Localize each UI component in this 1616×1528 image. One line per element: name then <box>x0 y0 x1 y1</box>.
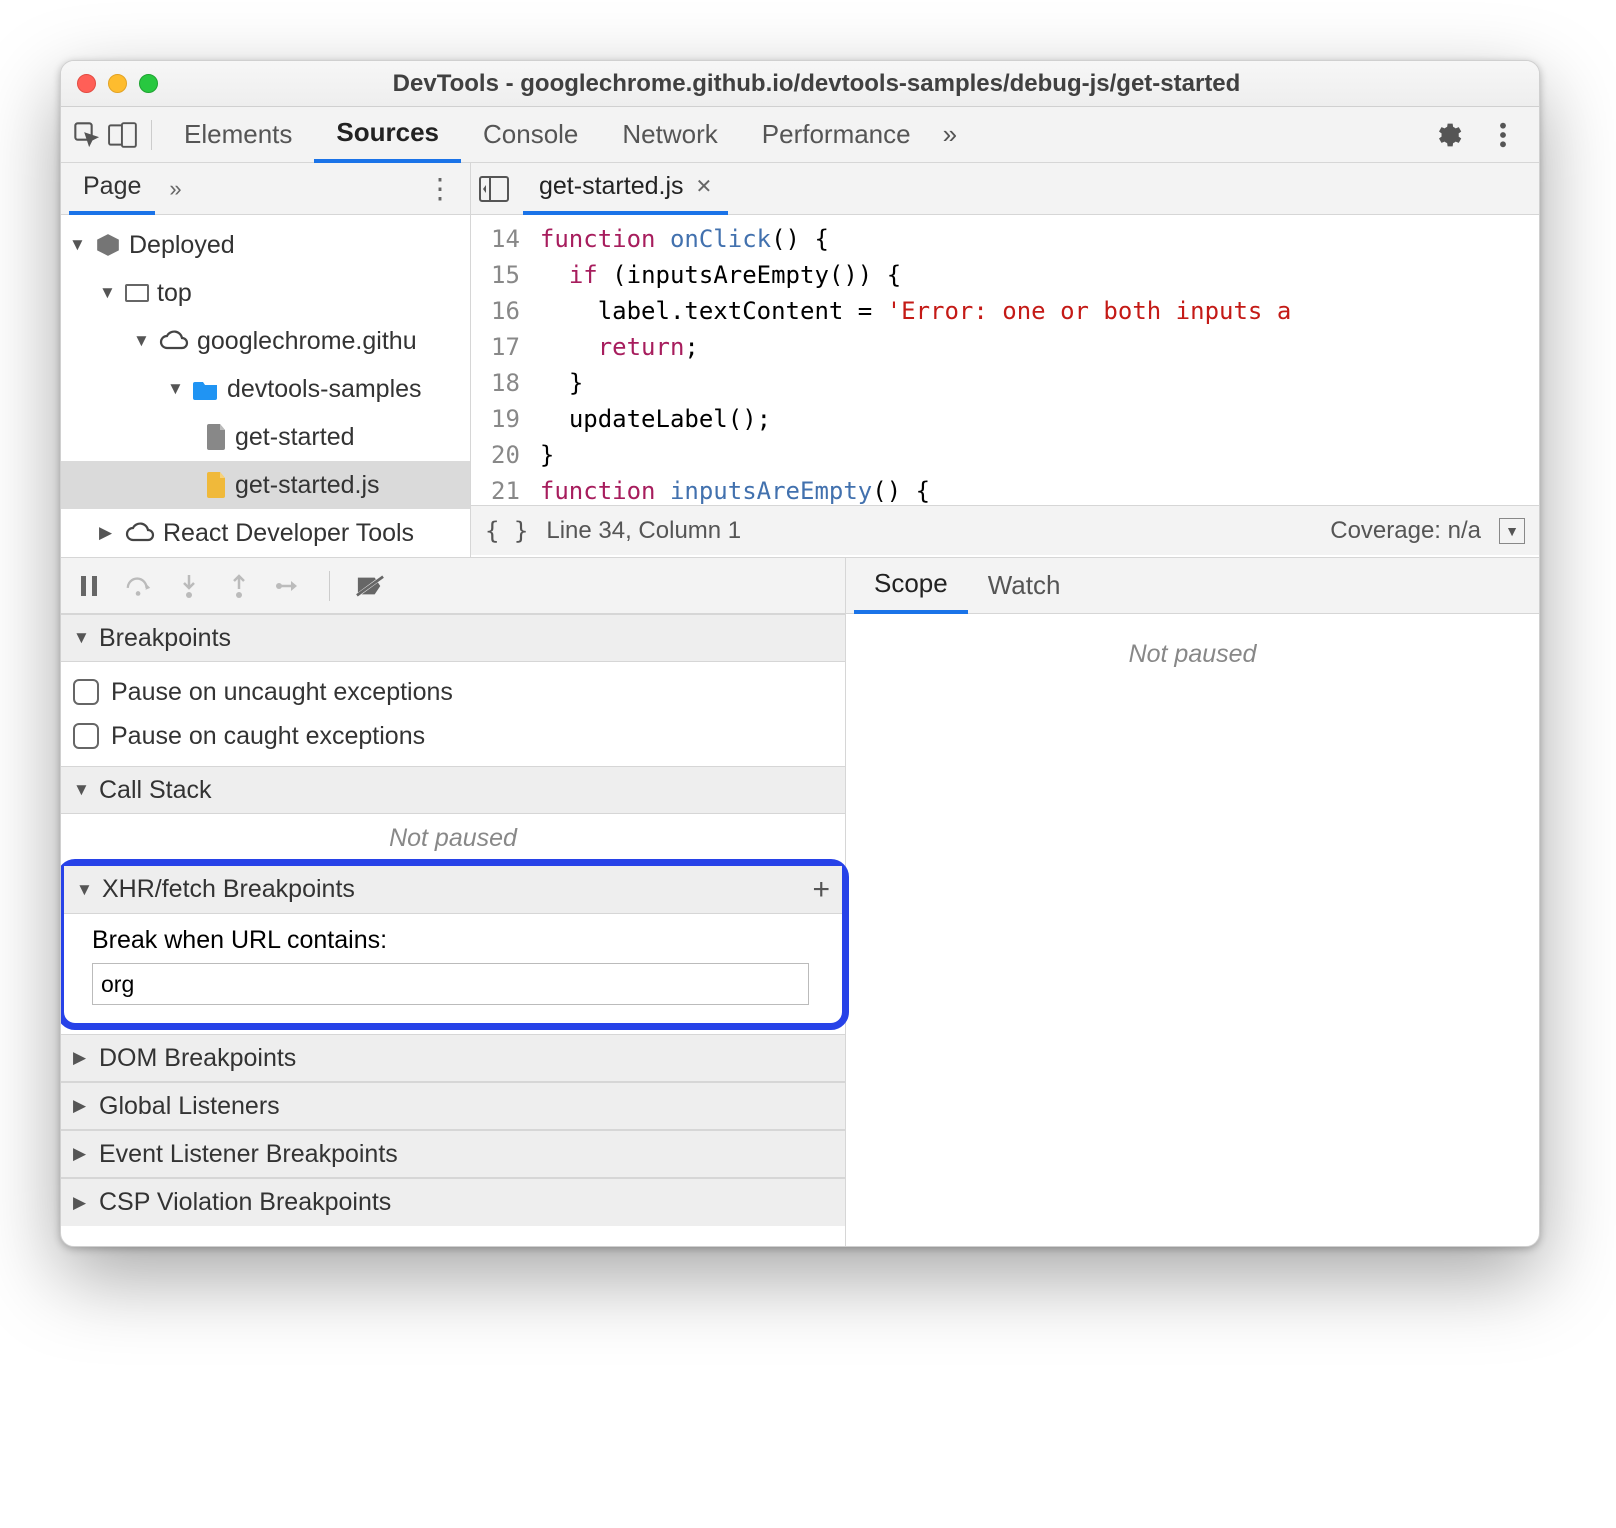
navigator-more-icon[interactable]: ⋮ <box>418 172 462 205</box>
window-title: DevTools - googlechrome.github.io/devtoo… <box>170 70 1523 98</box>
step-icon[interactable] <box>275 572 303 600</box>
code-editor[interactable]: 141516171819202122 function onClick() { … <box>471 215 1539 505</box>
code-content: function onClick() { if (inputsAreEmpty(… <box>532 215 1291 505</box>
tree-deployed[interactable]: Deployed <box>61 221 470 269</box>
pretty-print-icon[interactable]: { } <box>485 517 528 545</box>
devtools-window: DevTools - googlechrome.github.io/devtoo… <box>60 60 1540 1247</box>
folder-icon <box>193 378 219 400</box>
sources-content: Page » ⋮ Deployed top googlec <box>61 163 1539 557</box>
xhr-highlighted-region: XHR/fetch Breakpoints + Break when URL c… <box>60 859 849 1030</box>
section-xhr[interactable]: XHR/fetch Breakpoints + <box>64 866 842 914</box>
debugger-left-pane: Breakpoints Pause on uncaught exceptions… <box>61 558 846 1246</box>
tree-origin[interactable]: googlechrome.githu <box>61 317 470 365</box>
checkbox-icon[interactable] <box>73 723 99 749</box>
section-evt[interactable]: Event Listener Breakpoints <box>61 1130 845 1178</box>
callstack-notpaused: Not paused <box>61 814 845 863</box>
tabs-overflow[interactable]: » <box>933 107 967 163</box>
pause-uncaught-row[interactable]: Pause on uncaught exceptions <box>73 670 833 714</box>
editor-tabs: get-started.js ✕ <box>471 163 1539 215</box>
close-window-button[interactable] <box>77 74 96 93</box>
cursor-position: Line 34, Column 1 <box>546 517 741 545</box>
pause-caught-row[interactable]: Pause on caught exceptions <box>73 714 833 758</box>
coverage-status: Coverage: n/a <box>1330 517 1481 545</box>
tab-network[interactable]: Network <box>600 107 739 163</box>
main-toolbar: Elements Sources Console Network Perform… <box>61 107 1539 163</box>
deactivate-breakpoints-icon[interactable] <box>356 572 384 600</box>
settings-icon[interactable] <box>1429 117 1465 153</box>
inspect-element-icon[interactable] <box>69 117 105 153</box>
section-global[interactable]: Global Listeners <box>61 1082 845 1130</box>
tab-scope[interactable]: Scope <box>854 558 968 614</box>
tree-label: devtools-samples <box>227 375 422 404</box>
tab-sources[interactable]: Sources <box>314 107 461 163</box>
section-csp[interactable]: CSP Violation Breakpoints <box>61 1178 845 1226</box>
tree-label: get-started <box>235 423 355 452</box>
tab-performance[interactable]: Performance <box>740 107 933 163</box>
add-xhr-breakpoint-icon[interactable]: + <box>812 873 830 907</box>
tree-extension[interactable]: React Developer Tools <box>61 509 470 557</box>
tree-folder[interactable]: devtools-samples <box>61 365 470 413</box>
file-tree: Deployed top googlechrome.githu devtools… <box>61 215 470 557</box>
scope-notpaused: Not paused <box>846 614 1539 679</box>
section-callstack[interactable]: Call Stack <box>61 766 845 814</box>
breakpoints-body: Pause on uncaught exceptions Pause on ca… <box>61 662 845 766</box>
tree-label: googlechrome.githu <box>197 327 417 356</box>
js-file-icon <box>207 472 227 498</box>
debugger-row: Breakpoints Pause on uncaught exceptions… <box>61 557 1539 1246</box>
editor-pane: get-started.js ✕ 141516171819202122 func… <box>471 163 1539 557</box>
xhr-label: Break when URL contains: <box>92 926 824 955</box>
tab-watch[interactable]: Watch <box>968 558 1081 614</box>
tab-console[interactable]: Console <box>461 107 600 163</box>
section-breakpoints[interactable]: Breakpoints <box>61 614 845 662</box>
checkbox-icon[interactable] <box>73 679 99 705</box>
editor-statusbar: { } Line 34, Column 1 Coverage: n/a ▼ <box>471 505 1539 555</box>
titlebar: DevTools - googlechrome.github.io/devtoo… <box>61 61 1539 107</box>
more-menu-icon[interactable] <box>1485 117 1521 153</box>
tree-file-html[interactable]: get-started <box>61 413 470 461</box>
step-into-icon[interactable] <box>175 572 203 600</box>
coverage-dropdown-icon[interactable]: ▼ <box>1499 518 1525 544</box>
navigator-tabs-overflow[interactable]: » <box>169 176 181 202</box>
tree-label: Deployed <box>129 231 235 260</box>
line-gutter: 141516171819202122 <box>471 215 532 505</box>
navigator-tab-page[interactable]: Page <box>69 163 155 215</box>
minimize-window-button[interactable] <box>108 74 127 93</box>
divider <box>151 120 152 150</box>
toggle-navigator-icon[interactable] <box>477 172 511 206</box>
pause-icon[interactable] <box>75 572 103 600</box>
cloud-icon <box>159 330 189 352</box>
xhr-url-input[interactable] <box>92 963 809 1005</box>
editor-tab-getstarted[interactable]: get-started.js ✕ <box>523 163 728 215</box>
tree-label: get-started.js <box>235 471 380 500</box>
close-tab-icon[interactable]: ✕ <box>696 174 713 199</box>
maximize-window-button[interactable] <box>139 74 158 93</box>
window-controls <box>77 74 158 93</box>
tree-label: top <box>157 279 192 308</box>
cloud-icon <box>125 522 155 544</box>
tree-label: React Developer Tools <box>163 519 414 548</box>
step-over-icon[interactable] <box>125 572 153 600</box>
tree-top[interactable]: top <box>61 269 470 317</box>
editor-tab-label: get-started.js <box>539 172 684 201</box>
xhr-body: Break when URL contains: <box>64 914 842 1023</box>
scope-tabs: Scope Watch <box>846 558 1539 614</box>
navigator-pane: Page » ⋮ Deployed top googlec <box>61 163 471 557</box>
frame-icon <box>125 284 149 302</box>
section-dom[interactable]: DOM Breakpoints <box>61 1034 845 1082</box>
device-toolbar-icon[interactable] <box>105 117 141 153</box>
debugger-toolbar <box>61 558 845 614</box>
step-out-icon[interactable] <box>225 572 253 600</box>
cube-icon <box>95 232 121 258</box>
file-icon <box>207 424 227 450</box>
tree-file-js[interactable]: get-started.js <box>61 461 470 509</box>
navigator-tabs: Page » ⋮ <box>61 163 470 215</box>
tab-elements[interactable]: Elements <box>162 107 314 163</box>
scope-pane: Scope Watch Not paused <box>846 558 1539 1246</box>
